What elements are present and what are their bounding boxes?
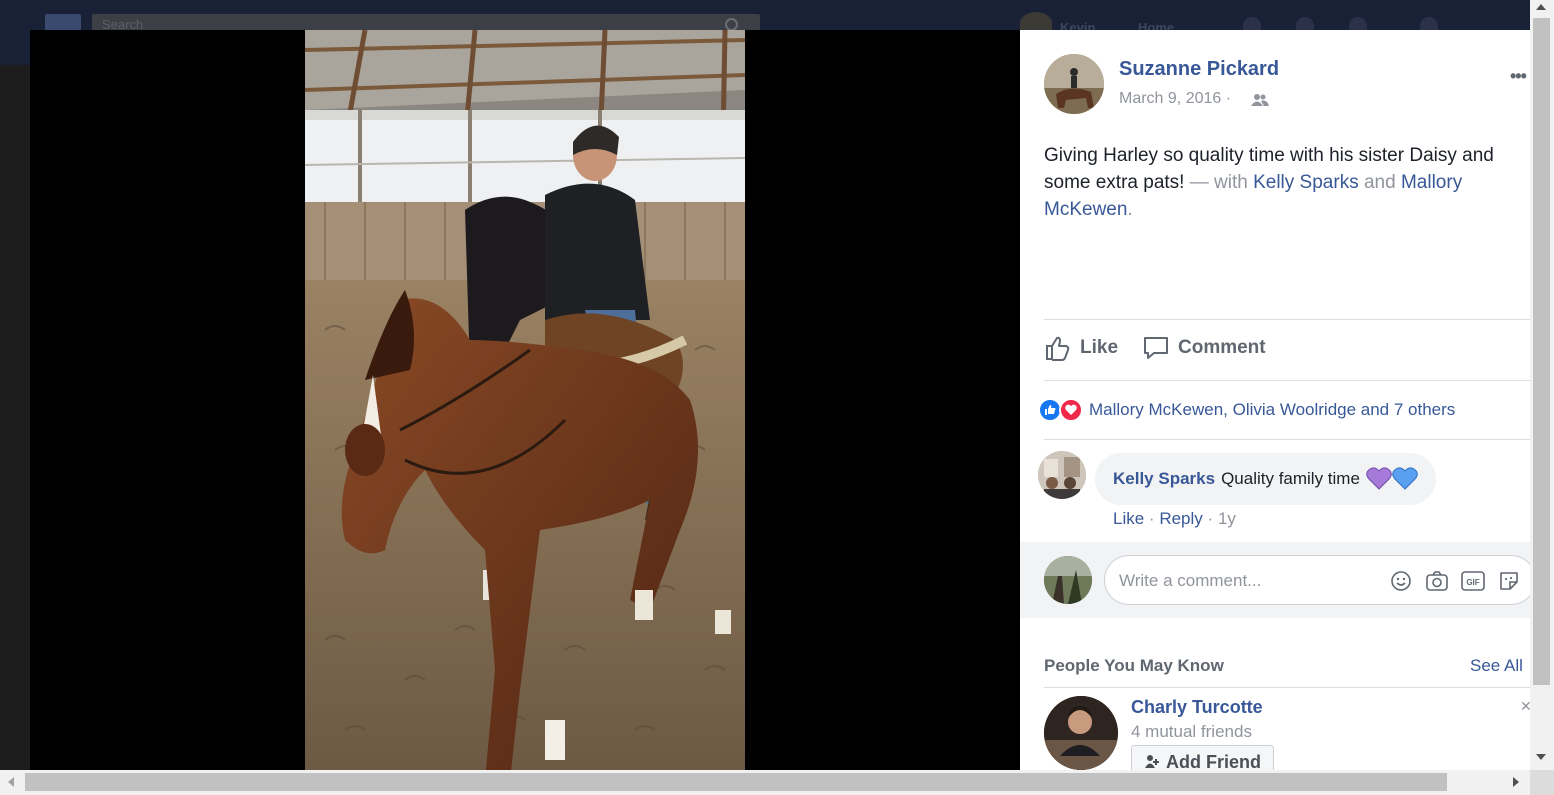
- comment-like-link[interactable]: Like: [1113, 509, 1144, 528]
- comment-input-placeholder: Write a comment...: [1119, 571, 1262, 590]
- commenter-avatar-image: [1038, 451, 1086, 499]
- gif-icon[interactable]: GIF: [1461, 569, 1485, 593]
- like-button-label: Like: [1080, 337, 1119, 358]
- divider: [1044, 380, 1530, 381]
- comment-composer: Write a comment... GIF: [1020, 542, 1530, 618]
- divider: [1044, 319, 1530, 320]
- comment-input[interactable]: Write a comment... GIF: [1104, 555, 1530, 605]
- comment-meta: Like · Reply · 1y: [1113, 509, 1236, 529]
- horizontal-scrollbar-thumb[interactable]: [25, 773, 1447, 791]
- commenter-avatar[interactable]: [1038, 451, 1086, 499]
- viewer-avatar-image: [1044, 556, 1092, 604]
- pymk-title: People You May Know: [1044, 656, 1224, 675]
- scrollbar-corner: [1530, 770, 1554, 795]
- composer-icons: GIF: [1389, 569, 1521, 593]
- post-author-name[interactable]: Suzanne Pickard: [1119, 58, 1279, 81]
- camera-icon[interactable]: [1425, 569, 1449, 593]
- more-options-icon[interactable]: •••: [1510, 66, 1527, 87]
- emoji-icon[interactable]: [1389, 569, 1413, 593]
- photo-stage[interactable]: [30, 30, 1020, 770]
- scroll-up-arrow-icon[interactable]: [1536, 4, 1546, 10]
- comment-button-label: Comment: [1178, 337, 1266, 358]
- friends-icon[interactable]: [1251, 93, 1269, 107]
- add-friend-label: Add Friend: [1166, 751, 1261, 771]
- post-date[interactable]: March 9, 2016: [1119, 90, 1221, 107]
- pymk-mutual-friends[interactable]: 4 mutual friends: [1131, 722, 1252, 742]
- divider: [1044, 687, 1530, 688]
- gif-label: GIF: [1466, 578, 1479, 587]
- date-separator: ·: [1225, 90, 1232, 107]
- end-period: .: [1127, 199, 1133, 220]
- comment-icon: [1144, 337, 1168, 359]
- meta-separator: ·: [1148, 509, 1155, 528]
- horse-photo-illustration: [305, 30, 745, 770]
- post-side-panel: Suzanne Pickard March 9, 2016 · ••• Givi…: [1020, 30, 1530, 770]
- reactions-text[interactable]: Mallory McKewen, Olivia Woolridge and 7 …: [1089, 400, 1455, 420]
- scroll-left-arrow-icon[interactable]: [8, 777, 14, 787]
- post-photo: [305, 30, 745, 770]
- vertical-scrollbar-thumb[interactable]: [1533, 18, 1550, 685]
- comment-reply-link[interactable]: Reply: [1159, 509, 1202, 528]
- scroll-down-arrow-icon[interactable]: [1536, 754, 1546, 760]
- sticker-icon[interactable]: [1497, 569, 1521, 593]
- pymk-dismiss-icon[interactable]: ✕: [1520, 698, 1530, 715]
- comment-button[interactable]: Comment: [1142, 334, 1266, 362]
- add-friend-icon: [1145, 755, 1159, 768]
- pymk-see-all-link[interactable]: See All: [1470, 656, 1523, 676]
- comment-bubble: Kelly Sparks Quality family time: [1095, 453, 1436, 505]
- comment-author[interactable]: Kelly Sparks: [1113, 469, 1215, 489]
- add-friend-button[interactable]: Add Friend: [1131, 745, 1274, 770]
- author-avatar[interactable]: [1044, 54, 1104, 114]
- comment-emoji: [1366, 467, 1418, 491]
- reactions-summary[interactable]: Mallory McKewen, Olivia Woolridge and 7 …: [1038, 398, 1455, 422]
- thumbs-up-icon: [1046, 336, 1070, 361]
- tagged-person-1[interactable]: Kelly Sparks: [1253, 172, 1359, 193]
- love-reaction-icon: [1059, 398, 1083, 422]
- scroll-right-arrow-icon[interactable]: [1513, 777, 1519, 787]
- like-button[interactable]: Like: [1044, 334, 1118, 362]
- author-avatar-image: [1044, 54, 1104, 114]
- meta-separator: ·: [1207, 509, 1214, 528]
- pymk-avatar[interactable]: [1044, 696, 1118, 770]
- post-text: Giving Harley so quality time with his s…: [1044, 142, 1514, 223]
- comment-text: Quality family time: [1221, 469, 1360, 488]
- divider: [1044, 439, 1530, 440]
- pymk-avatar-image: [1044, 696, 1118, 770]
- viewer-avatar: [1044, 556, 1092, 604]
- blue-heart-icon: [1392, 467, 1418, 490]
- and-label: and: [1363, 172, 1396, 193]
- comment-age[interactable]: 1y: [1218, 509, 1236, 528]
- with-label: — with: [1189, 172, 1248, 193]
- post-date-line: March 9, 2016 ·: [1119, 90, 1231, 108]
- pymk-name[interactable]: Charly Turcotte: [1131, 697, 1263, 718]
- purple-heart-icon: [1366, 467, 1392, 490]
